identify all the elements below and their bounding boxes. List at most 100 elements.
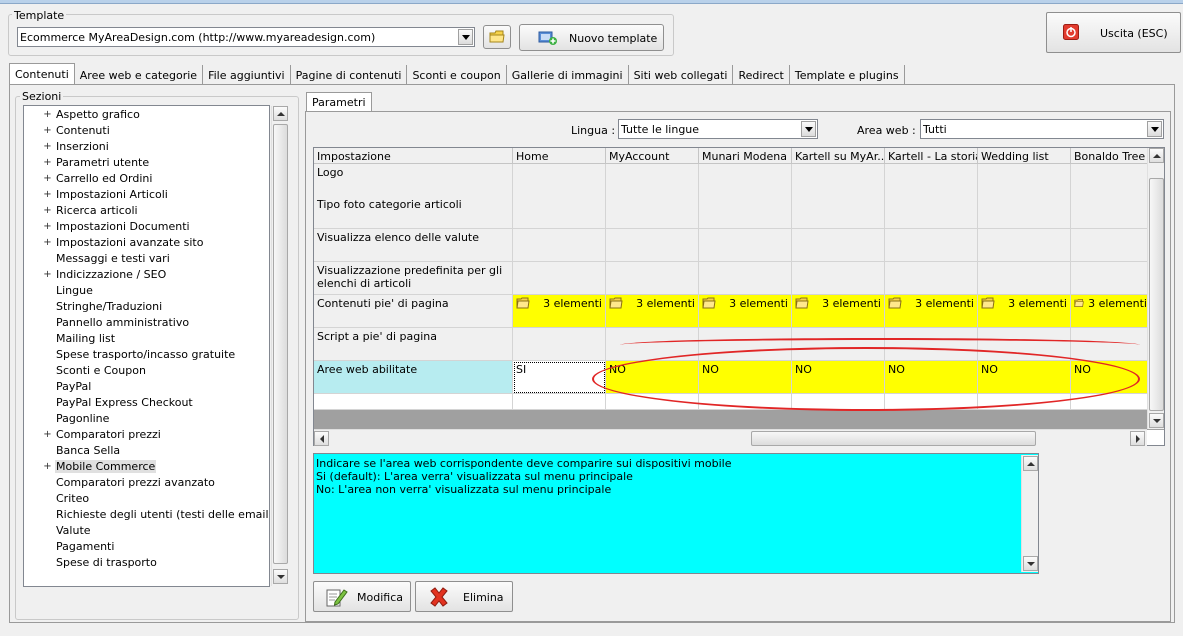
grid-scroll-down-button[interactable] <box>1149 413 1164 428</box>
tab-file-aggiuntivi[interactable]: File aggiuntivi <box>203 65 291 85</box>
grid-cell[interactable] <box>1071 328 1151 361</box>
grid-new-row-cell[interactable] <box>606 394 699 410</box>
expand-icon[interactable]: + <box>43 222 52 232</box>
grid-cell[interactable] <box>1071 262 1151 295</box>
expand-icon[interactable]: + <box>43 270 52 280</box>
tree-item[interactable]: Valute <box>24 523 269 539</box>
grid-cell[interactable]: 3 elementi <box>792 295 885 328</box>
grid-cell[interactable] <box>513 196 606 229</box>
grid-cell[interactable] <box>606 164 699 197</box>
tree-item[interactable]: PayPal Express Checkout <box>24 395 269 411</box>
grid-new-row-cell[interactable] <box>314 394 513 410</box>
chevron-down-icon[interactable] <box>801 121 816 137</box>
tree-item[interactable]: + Impostazioni avanzate sito <box>24 235 269 251</box>
tree-item[interactable]: Mailing list <box>24 331 269 347</box>
grid-cell[interactable] <box>699 262 792 295</box>
tree-scroll-thumb[interactable] <box>273 124 288 564</box>
grid-row-name[interactable]: Tipo foto categorie articoli <box>314 196 513 229</box>
new-template-button[interactable]: Nuovo template <box>519 24 664 51</box>
exit-button[interactable]: Uscita (ESC) <box>1046 12 1181 53</box>
grid-new-row-cell[interactable] <box>513 394 606 410</box>
grid-cell[interactable]: NO <box>885 361 978 394</box>
grid-cell[interactable] <box>1071 196 1151 229</box>
grid-vscrollbar[interactable] <box>1147 148 1164 429</box>
grid-cell[interactable] <box>792 196 885 229</box>
grid-scroll-left-button[interactable] <box>314 431 329 446</box>
expand-icon[interactable]: + <box>43 174 52 184</box>
tree-item[interactable]: Lingue <box>24 283 269 299</box>
tree-item[interactable]: + Indicizzazione / SEO <box>24 267 269 283</box>
grid-column-header[interactable]: Impostazione <box>314 148 513 164</box>
grid-cell[interactable]: NO <box>1071 361 1151 394</box>
tab-redirect[interactable]: Redirect <box>733 65 790 85</box>
expand-icon[interactable]: + <box>43 206 52 216</box>
scroll-down-button[interactable] <box>273 569 288 584</box>
tree-item[interactable]: + Comparatori prezzi <box>24 427 269 443</box>
chevron-down-icon[interactable] <box>458 29 473 45</box>
grid-cell[interactable]: NO <box>978 361 1071 394</box>
tree-item[interactable]: Banca Sella <box>24 443 269 459</box>
modify-button[interactable]: Modifica <box>313 581 411 612</box>
grid-cell[interactable]: NO <box>606 361 699 394</box>
grid-cell[interactable] <box>885 328 978 361</box>
expand-icon[interactable]: + <box>43 126 52 136</box>
grid-hscrollbar[interactable] <box>314 429 1147 446</box>
tree-item[interactable]: Criteo <box>24 491 269 507</box>
grid-cell[interactable] <box>699 328 792 361</box>
grid-cell[interactable] <box>978 196 1071 229</box>
grid-scroll-up-button[interactable] <box>1149 148 1164 163</box>
tree-item[interactable]: PayPal <box>24 379 269 395</box>
grid-cell[interactable] <box>885 229 978 262</box>
tree-item[interactable]: + Parametri utente <box>24 155 269 171</box>
grid-cell[interactable] <box>606 328 699 361</box>
grid-new-row-cell[interactable] <box>792 394 885 410</box>
settings-grid[interactable]: Impostazione Home MyAccount Munari Modena Ka… <box>313 147 1165 446</box>
grid-cell[interactable]: NO <box>699 361 792 394</box>
grid-column-header[interactable]: Wedding list <box>978 148 1071 164</box>
tree-item[interactable]: Pannello amministrativo <box>24 315 269 331</box>
area-web-select[interactable]: Tutti <box>920 119 1164 139</box>
grid-cell[interactable]: NO <box>792 361 885 394</box>
sections-tree[interactable]: + Aspetto grafico + Contenuti + Inserzioni + Pa… <box>23 105 270 587</box>
grid-scroll-right-button[interactable] <box>1130 431 1145 446</box>
tree-item[interactable]: Richieste degli utenti (testi delle emai… <box>24 507 269 523</box>
grid-cell[interactable] <box>699 196 792 229</box>
grid-column-header[interactable]: MyAccount <box>606 148 699 164</box>
expand-icon[interactable]: + <box>43 110 52 120</box>
tree-item[interactable]: Sconti e Coupon <box>24 363 269 379</box>
expand-icon[interactable]: + <box>43 142 52 152</box>
grid-cell[interactable] <box>792 328 885 361</box>
grid-cell[interactable]: 3 elementi <box>885 295 978 328</box>
tab-contenuti[interactable]: Contenuti <box>9 63 75 85</box>
grid-cell[interactable] <box>606 196 699 229</box>
grid-cell[interactable] <box>513 229 606 262</box>
chevron-down-icon[interactable] <box>1147 121 1162 137</box>
tree-item[interactable]: Pagamenti <box>24 539 269 555</box>
tree-item[interactable]: Stringhe/Traduzioni <box>24 299 269 315</box>
description-scrollbar[interactable] <box>1021 455 1038 572</box>
tree-item[interactable]: Spese di trasporto <box>24 555 269 571</box>
tree-item[interactable]: + Mobile Commerce <box>24 459 269 475</box>
grid-row-name[interactable]: Visualizza elenco delle valute <box>314 229 513 262</box>
grid-row-name[interactable]: Contenuti pie' di pagina <box>314 295 513 328</box>
tree-item[interactable]: + Carrello ed Ordini <box>24 171 269 187</box>
grid-cell[interactable] <box>978 164 1071 197</box>
tree-item[interactable]: + Aspetto grafico <box>24 107 269 123</box>
tree-item[interactable]: + Ricerca articoli <box>24 203 269 219</box>
tree-item[interactable]: + Impostazioni Articoli <box>24 187 269 203</box>
grid-cell[interactable] <box>513 164 606 197</box>
description-box[interactable]: Indicare se l'area web corrispondente de… <box>313 453 1039 574</box>
grid-cell[interactable] <box>1071 164 1151 197</box>
tab-sconti-coupon[interactable]: Sconti e coupon <box>407 65 507 85</box>
tab-gallerie[interactable]: Gallerie di immagini <box>507 65 629 85</box>
grid-cell[interactable] <box>792 164 885 197</box>
grid-column-header[interactable]: Kartell su MyAr... <box>792 148 885 164</box>
grid-new-row-cell[interactable] <box>1071 394 1151 410</box>
tree-item[interactable]: + Impostazioni Documenti <box>24 219 269 235</box>
grid-cell[interactable] <box>699 164 792 197</box>
grid-cell[interactable]: 3 elementi <box>978 295 1071 328</box>
grid-cell[interactable] <box>978 328 1071 361</box>
desc-scroll-up-button[interactable] <box>1023 456 1038 471</box>
template-select[interactable]: Ecommerce MyAreaDesign.com (http://www.m… <box>17 27 475 47</box>
tree-item[interactable]: + Contenuti <box>24 123 269 139</box>
